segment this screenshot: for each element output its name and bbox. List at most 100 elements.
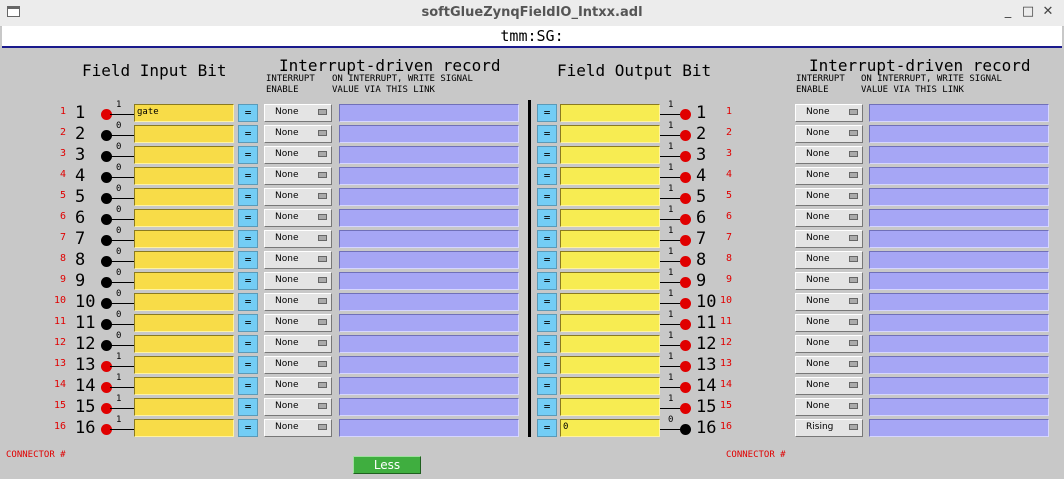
input-interrupt-enable-menu[interactable]: None bbox=[264, 104, 332, 122]
input-interrupt-enable-menu[interactable]: None bbox=[264, 293, 332, 311]
input-link-field[interactable] bbox=[339, 398, 519, 416]
input-link-field[interactable] bbox=[339, 356, 519, 374]
output-eq-button[interactable]: = bbox=[537, 314, 557, 332]
output-eq-button[interactable]: = bbox=[537, 398, 557, 416]
input-link-field[interactable] bbox=[339, 188, 519, 206]
input-interrupt-enable-menu[interactable]: None bbox=[264, 335, 332, 353]
output-signal-name-field[interactable] bbox=[560, 272, 660, 290]
input-eq-button[interactable]: = bbox=[238, 335, 258, 353]
output-link-field[interactable] bbox=[869, 188, 1049, 206]
input-interrupt-enable-menu[interactable]: None bbox=[264, 314, 332, 332]
output-eq-button[interactable]: = bbox=[537, 293, 557, 311]
input-link-field[interactable] bbox=[339, 272, 519, 290]
output-link-field[interactable] bbox=[869, 167, 1049, 185]
input-interrupt-enable-menu[interactable]: None bbox=[264, 419, 332, 437]
output-interrupt-enable-menu[interactable]: None bbox=[795, 146, 863, 164]
output-link-field[interactable] bbox=[869, 356, 1049, 374]
output-signal-name-field[interactable] bbox=[560, 230, 660, 248]
output-signal-name-field[interactable] bbox=[560, 314, 660, 332]
input-signal-name-field[interactable] bbox=[134, 146, 234, 164]
input-eq-button[interactable]: = bbox=[238, 398, 258, 416]
input-eq-button[interactable]: = bbox=[238, 209, 258, 227]
output-signal-name-field[interactable] bbox=[560, 146, 660, 164]
input-eq-button[interactable]: = bbox=[238, 272, 258, 290]
output-interrupt-enable-menu[interactable]: None bbox=[795, 167, 863, 185]
input-eq-button[interactable]: = bbox=[238, 167, 258, 185]
output-link-field[interactable] bbox=[869, 251, 1049, 269]
input-interrupt-enable-menu[interactable]: None bbox=[264, 272, 332, 290]
output-interrupt-enable-menu[interactable]: None bbox=[795, 209, 863, 227]
less-button[interactable]: Less bbox=[353, 456, 421, 474]
output-link-field[interactable] bbox=[869, 398, 1049, 416]
output-interrupt-enable-menu[interactable]: Rising bbox=[795, 419, 863, 437]
output-signal-name-field[interactable] bbox=[560, 125, 660, 143]
output-signal-name-field[interactable] bbox=[560, 377, 660, 395]
input-signal-name-field[interactable]: gate bbox=[134, 104, 234, 122]
output-signal-name-field[interactable] bbox=[560, 188, 660, 206]
input-link-field[interactable] bbox=[339, 209, 519, 227]
input-signal-name-field[interactable] bbox=[134, 125, 234, 143]
input-link-field[interactable] bbox=[339, 293, 519, 311]
output-eq-button[interactable]: = bbox=[537, 356, 557, 374]
output-eq-button[interactable]: = bbox=[537, 230, 557, 248]
output-interrupt-enable-menu[interactable]: None bbox=[795, 335, 863, 353]
output-eq-button[interactable]: = bbox=[537, 335, 557, 353]
output-link-field[interactable] bbox=[869, 209, 1049, 227]
output-link-field[interactable] bbox=[869, 146, 1049, 164]
input-link-field[interactable] bbox=[339, 230, 519, 248]
input-link-field[interactable] bbox=[339, 377, 519, 395]
input-interrupt-enable-menu[interactable]: None bbox=[264, 230, 332, 248]
output-link-field[interactable] bbox=[869, 104, 1049, 122]
input-interrupt-enable-menu[interactable]: None bbox=[264, 398, 332, 416]
output-link-field[interactable] bbox=[869, 230, 1049, 248]
input-link-field[interactable] bbox=[339, 335, 519, 353]
input-link-field[interactable] bbox=[339, 167, 519, 185]
output-interrupt-enable-menu[interactable]: None bbox=[795, 293, 863, 311]
output-signal-name-field[interactable] bbox=[560, 293, 660, 311]
output-eq-button[interactable]: = bbox=[537, 167, 557, 185]
input-eq-button[interactable]: = bbox=[238, 356, 258, 374]
output-interrupt-enable-menu[interactable]: None bbox=[795, 398, 863, 416]
output-interrupt-enable-menu[interactable]: None bbox=[795, 251, 863, 269]
output-signal-name-field[interactable] bbox=[560, 398, 660, 416]
output-link-field[interactable] bbox=[869, 377, 1049, 395]
output-eq-button[interactable]: = bbox=[537, 188, 557, 206]
maximize-icon[interactable]: □ bbox=[1020, 3, 1036, 21]
input-signal-name-field[interactable] bbox=[134, 377, 234, 395]
output-signal-name-field[interactable] bbox=[560, 104, 660, 122]
input-link-field[interactable] bbox=[339, 251, 519, 269]
output-interrupt-enable-menu[interactable]: None bbox=[795, 188, 863, 206]
output-link-field[interactable] bbox=[869, 335, 1049, 353]
input-interrupt-enable-menu[interactable]: None bbox=[264, 356, 332, 374]
output-interrupt-enable-menu[interactable]: None bbox=[795, 125, 863, 143]
output-link-field[interactable] bbox=[869, 293, 1049, 311]
output-interrupt-enable-menu[interactable]: None bbox=[795, 104, 863, 122]
input-eq-button[interactable]: = bbox=[238, 419, 258, 437]
output-interrupt-enable-menu[interactable]: None bbox=[795, 230, 863, 248]
input-interrupt-enable-menu[interactable]: None bbox=[264, 188, 332, 206]
output-eq-button[interactable]: = bbox=[537, 251, 557, 269]
input-eq-button[interactable]: = bbox=[238, 104, 258, 122]
input-signal-name-field[interactable] bbox=[134, 230, 234, 248]
input-link-field[interactable] bbox=[339, 104, 519, 122]
output-eq-button[interactable]: = bbox=[537, 377, 557, 395]
input-interrupt-enable-menu[interactable]: None bbox=[264, 146, 332, 164]
output-link-field[interactable] bbox=[869, 125, 1049, 143]
minimize-icon[interactable]: _ bbox=[1000, 3, 1016, 21]
output-link-field[interactable] bbox=[869, 314, 1049, 332]
output-eq-button[interactable]: = bbox=[537, 209, 557, 227]
input-eq-button[interactable]: = bbox=[238, 293, 258, 311]
input-interrupt-enable-menu[interactable]: None bbox=[264, 209, 332, 227]
input-signal-name-field[interactable] bbox=[134, 314, 234, 332]
input-signal-name-field[interactable] bbox=[134, 293, 234, 311]
output-interrupt-enable-menu[interactable]: None bbox=[795, 314, 863, 332]
input-interrupt-enable-menu[interactable]: None bbox=[264, 167, 332, 185]
output-signal-name-field[interactable]: 0 bbox=[560, 419, 660, 437]
input-link-field[interactable] bbox=[339, 314, 519, 332]
output-interrupt-enable-menu[interactable]: None bbox=[795, 377, 863, 395]
output-link-field[interactable] bbox=[869, 419, 1049, 437]
input-signal-name-field[interactable] bbox=[134, 251, 234, 269]
input-eq-button[interactable]: = bbox=[238, 314, 258, 332]
input-signal-name-field[interactable] bbox=[134, 272, 234, 290]
output-signal-name-field[interactable] bbox=[560, 251, 660, 269]
